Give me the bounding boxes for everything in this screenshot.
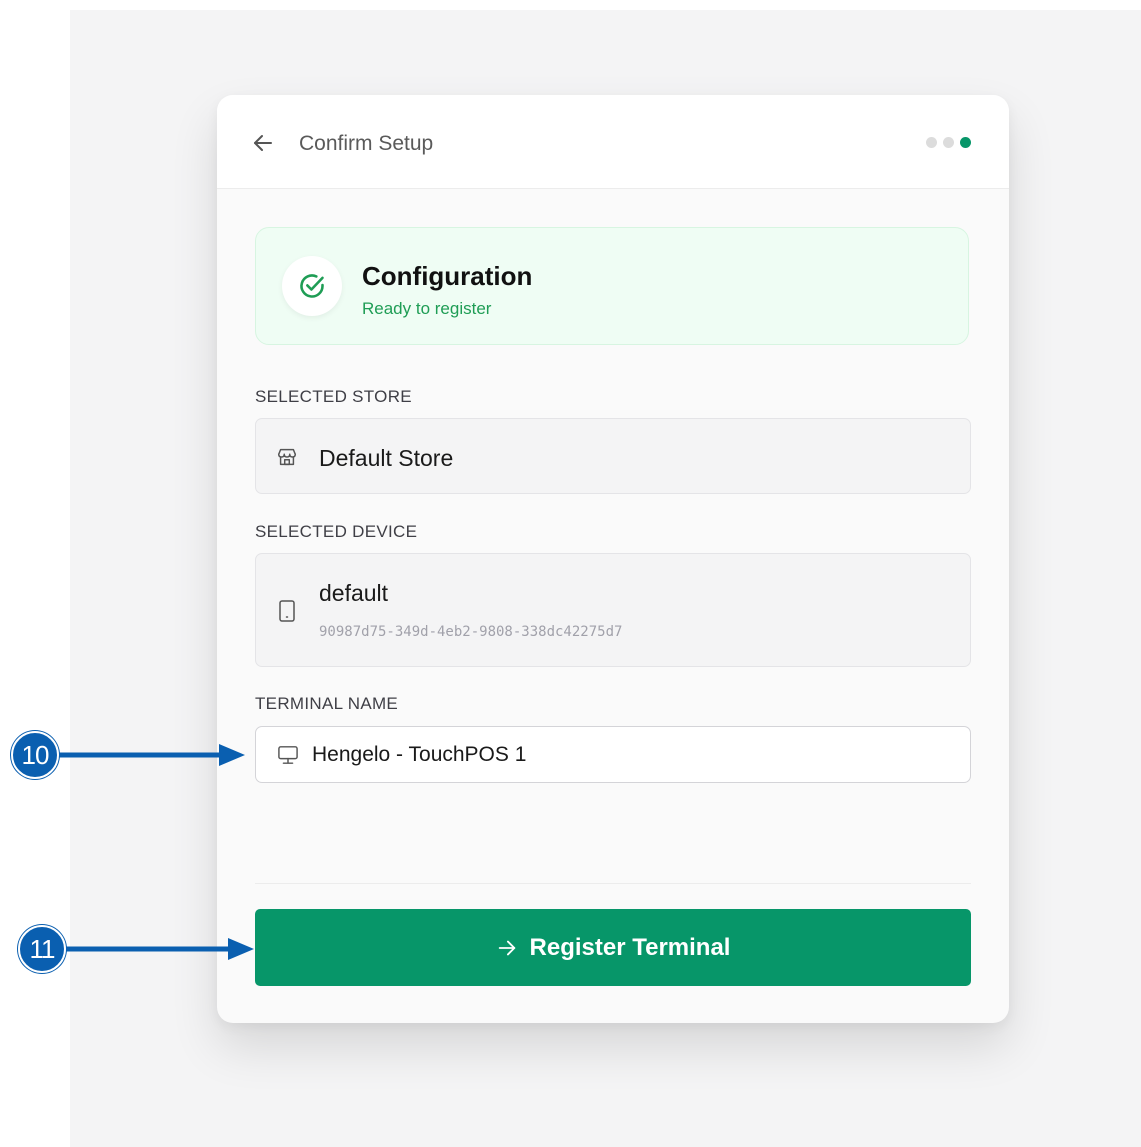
arrow-right-icon xyxy=(498,940,515,955)
check-circle-icon xyxy=(300,274,324,298)
footer-divider xyxy=(255,883,971,884)
tablet-icon xyxy=(276,598,298,624)
card-header: Confirm Setup xyxy=(217,95,1009,189)
step-dot-1 xyxy=(926,137,937,148)
page-title: Confirm Setup xyxy=(299,132,434,155)
status-title: Configuration xyxy=(362,261,533,291)
device-name: default xyxy=(319,580,389,606)
terminal-name-label: TERMINAL NAME xyxy=(255,694,399,713)
callout-badge-11: 11 xyxy=(18,925,66,973)
callout-arrow-right-icon xyxy=(53,744,245,766)
store-icon xyxy=(275,445,299,469)
store-name: Default Store xyxy=(319,445,454,471)
callout-10: 10 xyxy=(11,731,247,779)
register-terminal-label: Register Terminal xyxy=(529,933,731,961)
selected-device-box: default 90987d75-349d-4eb2-9808-338dc422… xyxy=(255,553,971,667)
step-dot-3-active xyxy=(960,137,971,148)
selected-store-label: SELECTED STORE xyxy=(255,387,412,406)
status-icon-container xyxy=(282,256,342,316)
arrow-left-icon xyxy=(254,135,272,151)
callout-arrow-right-icon xyxy=(60,938,254,960)
status-banner: Configuration Ready to register xyxy=(255,227,969,345)
terminal-name-field[interactable] xyxy=(255,726,971,783)
callout-11: 11 xyxy=(18,925,256,973)
setup-card: Confirm Setup Configuration Ready to reg… xyxy=(217,95,1009,1023)
selected-store-box: Default Store xyxy=(255,418,971,494)
back-button[interactable] xyxy=(249,129,277,157)
status-subtitle: Ready to register xyxy=(362,299,492,318)
monitor-icon xyxy=(276,744,300,766)
step-indicator xyxy=(926,137,971,148)
terminal-name-input[interactable] xyxy=(312,727,952,782)
step-dot-2 xyxy=(943,137,954,148)
device-id: 90987d75-349d-4eb2-9808-338dc42275d7 xyxy=(319,624,623,640)
selected-device-label: SELECTED DEVICE xyxy=(255,522,418,541)
register-terminal-button[interactable]: Register Terminal xyxy=(255,909,971,986)
callout-badge-10: 10 xyxy=(11,731,59,779)
